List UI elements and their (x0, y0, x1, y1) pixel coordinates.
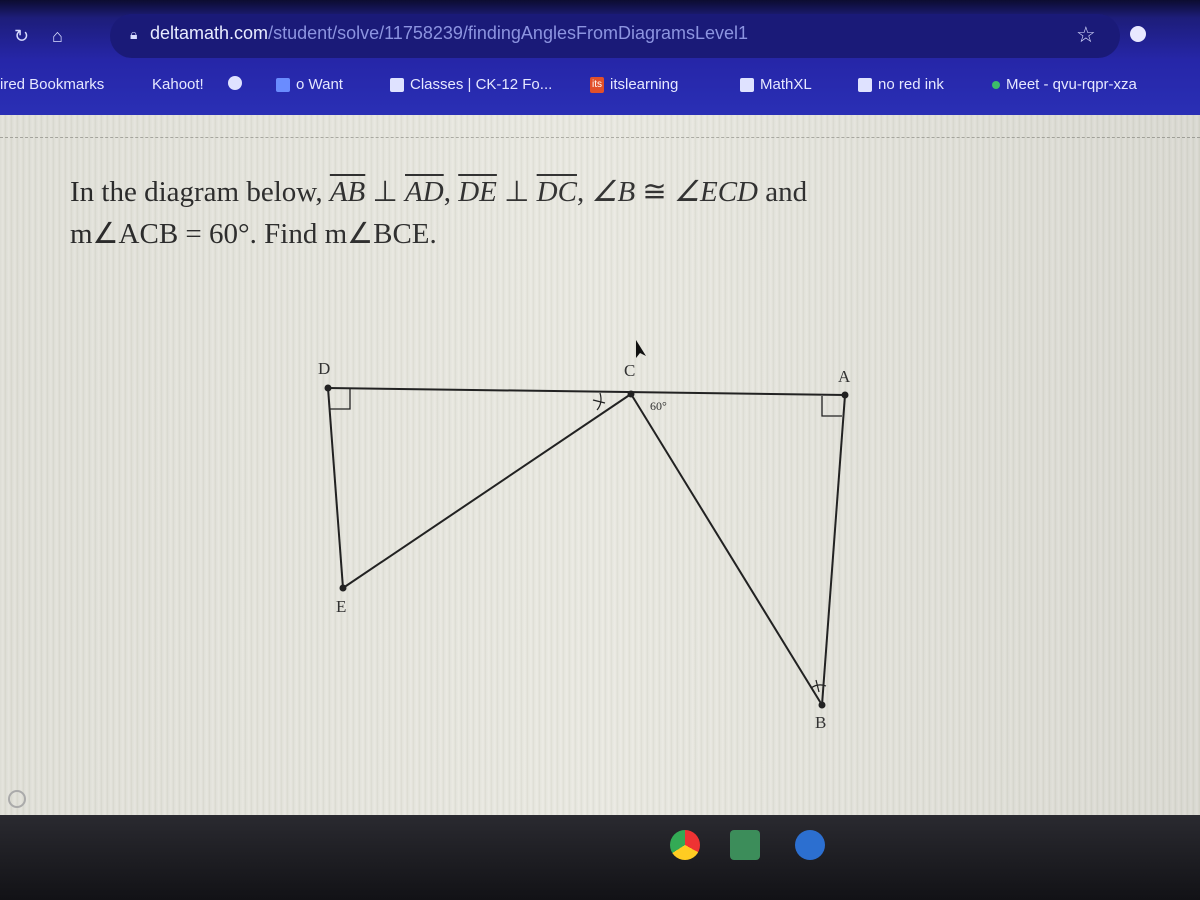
line-ab (821, 394, 846, 706)
classroom-icon[interactable] (730, 830, 760, 860)
label-d: D (318, 359, 330, 378)
line-cb (630, 393, 823, 706)
angle-label-60: 60° (650, 399, 667, 413)
tick-ecd (592, 399, 606, 404)
point-a (841, 391, 849, 399)
line-da (327, 387, 846, 396)
point-c (627, 390, 635, 398)
label-c: C (624, 361, 635, 380)
label-a: A (838, 367, 851, 386)
point-e (339, 584, 347, 592)
line-de (327, 387, 344, 589)
screen-bezel (0, 815, 1200, 900)
mouse-cursor-icon (636, 340, 646, 358)
point-b (818, 701, 826, 709)
tick-b (815, 679, 820, 693)
line-ec (342, 393, 632, 589)
label-b: B (815, 713, 826, 732)
right-angle-a (821, 396, 842, 417)
geometry-diagram: D C A E B 60° (318, 340, 851, 732)
label-e: E (336, 597, 346, 616)
chrome-icon[interactable] (670, 830, 700, 860)
right-angle-d (330, 389, 351, 410)
play-store-icon[interactable] (795, 830, 825, 860)
point-d (324, 384, 332, 392)
power-icon (8, 790, 26, 808)
